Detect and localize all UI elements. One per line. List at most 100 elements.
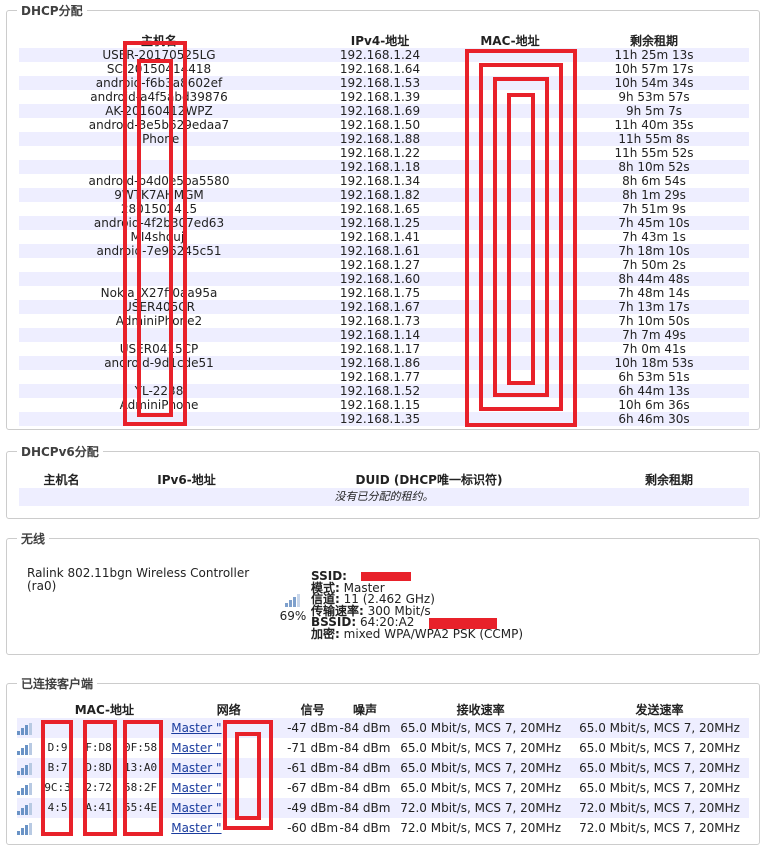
table-row: MI4shouji 192.168.1.41 7h 43m 1s [19, 230, 749, 244]
dhcpv6-section-title: DHCPv6分配 [17, 443, 103, 460]
table-row: D:9 F:D8 0F:58 Master " -71 dBm -84 dBm 65.0 M… [17, 738, 749, 758]
client-mac-cell: 4:5 A:41 55:4E [37, 798, 172, 818]
lease-cell: 7h 45m 10s [559, 216, 749, 230]
mac-cell [461, 202, 559, 216]
ipv4-cell: 192.168.1.75 [299, 286, 461, 300]
rx-rate-cell: 65.0 Mbit/s, MCS 7, 20MHz [391, 738, 571, 758]
tx-rate-cell: 65.0 Mbit/s, MCS 7, 20MHz [570, 738, 749, 758]
mac-fragment: 9C:3 [44, 781, 71, 794]
network-link[interactable]: Master " [171, 781, 221, 795]
mac-cell [461, 230, 559, 244]
signal-bars-icon [17, 778, 38, 798]
ipv4-cell: 192.168.1.65 [299, 202, 461, 216]
client-mac-cell: D:9 F:D8 0F:58 [37, 738, 172, 758]
tx-rate-cell: 65.0 Mbit/s, MCS 7, 20MHz [570, 778, 749, 798]
col-hostname: 主机名 [140, 34, 177, 48]
mac-cell [461, 174, 559, 188]
hostname-cell: 2801502415 [19, 202, 299, 216]
table-row: android-f6b3a8602ef 192.168.1.53 10h 54m 3… [19, 76, 749, 90]
hostname-cell: AdminiPhone2 [19, 314, 299, 328]
col-ipv4: IPv4-地址 [350, 34, 410, 48]
ipv4-cell: 192.168.1.86 [299, 356, 461, 370]
signal-bars-icon [17, 738, 38, 758]
col-lease: 剩余租期 [629, 34, 678, 48]
dhcp-section-title: DHCP分配 [17, 2, 87, 19]
col-client-rx: 接收速率 [456, 702, 505, 717]
mac-cell [461, 258, 559, 272]
mac-cell [461, 244, 559, 258]
hostname-cell: iPhone [19, 132, 299, 146]
mac-cell [461, 104, 559, 118]
network-link[interactable]: Master " [171, 741, 221, 755]
mac-cell [461, 384, 559, 398]
mac-cell [461, 356, 559, 370]
client-mac-cell: B:7 D:8D 13:A0 [37, 758, 172, 778]
table-row: 192.168.1.14 7h 7m 49s [19, 328, 749, 342]
mac-cell [461, 62, 559, 76]
col-v6-duid: DUID (DHCP唯一标识符) [355, 472, 503, 487]
table-row: android-b4d0e5ba5580 192.168.1.34 8h 6m 54… [19, 174, 749, 188]
hostname-cell: USER405CR [19, 300, 299, 314]
table-row: iPhone 192.168.1.88 11h 55m 8s [19, 132, 749, 146]
ipv4-cell: 192.168.1.22 [299, 146, 461, 160]
mac-fragment: 0F:58 [124, 741, 158, 754]
lease-cell: 7h 7m 49s [559, 328, 749, 342]
mac-fragment: D:8D [85, 761, 112, 774]
ipv4-cell: 192.168.1.52 [299, 384, 461, 398]
mac-cell [461, 90, 559, 104]
col-mac: MAC-地址 [480, 34, 540, 48]
lease-cell: 11h 55m 8s [559, 132, 749, 146]
ipv4-cell: 192.168.1.34 [299, 174, 461, 188]
ipv4-cell: 192.168.1.64 [299, 62, 461, 76]
col-client-tx: 发送速率 [635, 702, 684, 717]
ipv4-cell: 192.168.1.25 [299, 216, 461, 230]
network-link[interactable]: Master " [171, 761, 221, 775]
col-client-mac: MAC-地址 [74, 702, 135, 717]
lease-cell: 7h 43m 1s [559, 230, 749, 244]
lease-cell: 9h 5m 7s [559, 104, 749, 118]
tx-rate-cell: 65.0 Mbit/s, MCS 7, 20MHz [570, 718, 749, 738]
tx-rate-cell: 72.0 Mbit/s, MCS 7, 20MHz [570, 818, 749, 838]
client-network-cell: Master " [171, 818, 287, 838]
dhcp-leases-table: 主机名 IPv4-地址 MAC-地址 剩余租期 USER-20170525LG 1… [19, 35, 749, 426]
ipv4-cell: 192.168.1.61 [299, 244, 461, 258]
hostname-cell: YL-2238 [19, 384, 299, 398]
network-link[interactable]: Master " [171, 721, 221, 735]
ipv4-cell: 192.168.1.67 [299, 300, 461, 314]
wireless-info: SSID: 模式: Master 信道: 11 (2.462 GHz) 传输速率… [311, 570, 523, 640]
network-link[interactable]: Master " [171, 801, 221, 815]
table-row: 2801502415 192.168.1.65 7h 51m 9s [19, 202, 749, 216]
mac-fragment: 2:72 [85, 781, 112, 794]
hostname-cell [19, 258, 299, 272]
hostname-cell: android-7e96245c51 [19, 244, 299, 258]
signal-bars-icon [17, 718, 38, 738]
rx-rate-cell: 72.0 Mbit/s, MCS 7, 20MHz [391, 798, 571, 818]
lease-cell: 10h 57m 17s [559, 62, 749, 76]
signal-strength-icon [285, 593, 301, 607]
table-row: android-4f2b307ed63 192.168.1.25 7h 45m 10… [19, 216, 749, 230]
lease-cell: 6h 53m 51s [559, 370, 749, 384]
ssid-redaction [361, 572, 411, 581]
mac-cell [461, 286, 559, 300]
hostname-cell [19, 160, 299, 174]
hostname-cell: AdminiPhone [19, 398, 299, 412]
table-row: AdminiPhone2 192.168.1.73 7h 10m 50s [19, 314, 749, 328]
signal-indicator: 69% [273, 593, 313, 623]
table-row: Nokia_X27ff0aa95a 192.168.1.75 7h 48m 14s [19, 286, 749, 300]
client-mac-cell [37, 718, 172, 738]
mac-fragment: 13:A0 [124, 761, 158, 774]
clients-section: 已连接客户端 MAC-地址 网络 信号 噪声 接收速率 发送速率 Master … [6, 675, 760, 845]
table-row: AdminiPhone 192.168.1.15 10h 6m 36s [19, 398, 749, 412]
table-row: USER-20170525LG 192.168.1.24 11h 25m 13s [19, 48, 749, 62]
lease-cell: 8h 1m 29s [559, 188, 749, 202]
signal-cell: -47 dBm [286, 718, 339, 738]
signal-bars-icon [17, 818, 38, 838]
network-link[interactable]: Master " [171, 821, 221, 835]
col-v6-lease: 剩余租期 [644, 472, 693, 487]
wireless-section-title: 无线 [17, 530, 50, 547]
mac-cell [461, 314, 559, 328]
mac-cell [461, 48, 559, 62]
mac-fragment: D:9 [47, 741, 68, 754]
table-row: USER0415CP 192.168.1.17 7h 0m 41s [19, 342, 749, 356]
dhcpv6-table: 主机名 IPv6-地址 DUID (DHCP唯一标识符) 剩余租期 没有已分配的… [19, 472, 749, 506]
